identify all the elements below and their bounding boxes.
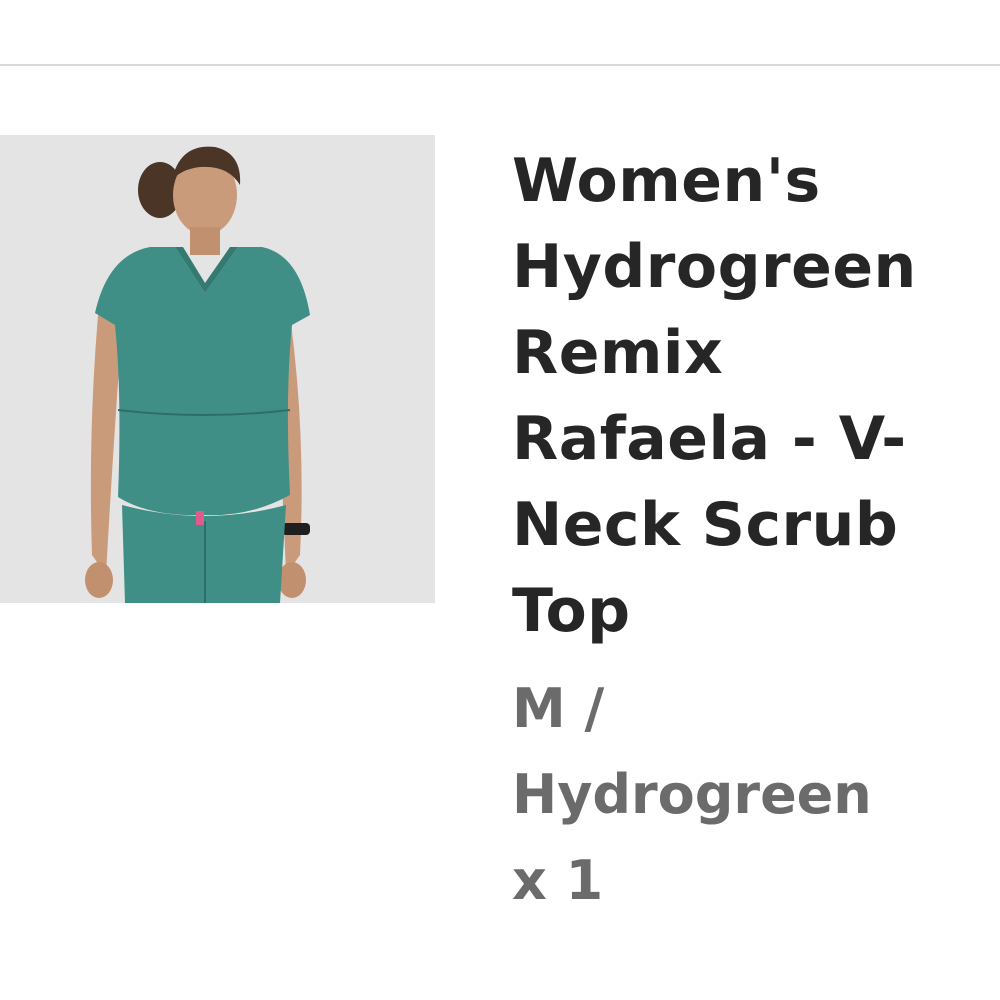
product-photo-illustration — [0, 135, 435, 603]
product-quantity: x 1 — [512, 849, 604, 912]
cart-line-item: Women's Hydrogreen Remix Rafaela - V-Nec… — [0, 0, 1000, 1000]
top-divider — [0, 64, 1000, 66]
product-image[interactable] — [0, 135, 435, 603]
product-variant: M / Hydrogreen — [512, 677, 872, 826]
product-details: Women's Hydrogreen Remix Rafaela - V-Nec… — [512, 138, 982, 924]
product-title[interactable]: Women's Hydrogreen Remix Rafaela - V-Nec… — [512, 138, 982, 654]
